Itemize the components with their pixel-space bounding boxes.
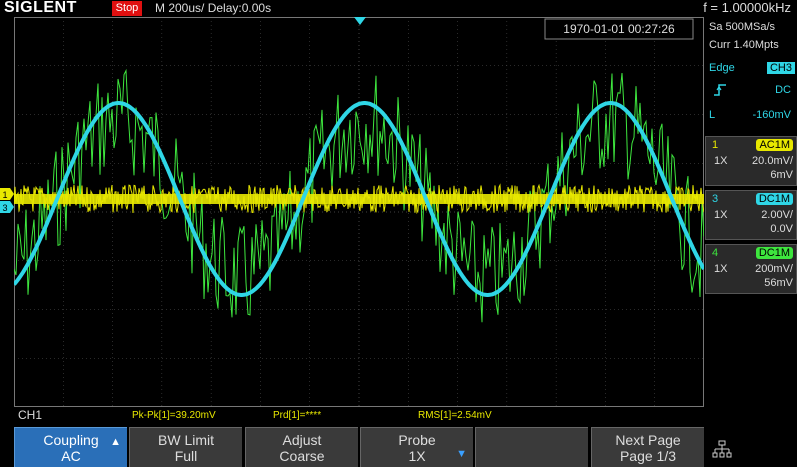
active-channel-label: CH1: [18, 408, 43, 422]
vertical-offset: 56mV: [764, 277, 793, 289]
softkey-value: Page 1/3: [619, 448, 677, 464]
softkey-label: BW Limit: [158, 432, 214, 448]
ch3-marker-label: 3: [2, 203, 7, 213]
softkey-value: Coarse: [279, 448, 325, 464]
trigger-type[interactable]: Edge: [709, 62, 735, 74]
vertical-scale: 2.00V/: [761, 209, 793, 221]
channel-number: 3: [712, 193, 719, 205]
probe-ratio: 1X: [714, 209, 728, 221]
channel-1-box[interactable]: 1 AC1M 1X 20.0mV/ 6mV: [705, 136, 797, 186]
vertical-scale: 20.0mV/: [752, 155, 793, 167]
softkey-coupling[interactable]: Coupling AC ▲: [14, 427, 127, 467]
vertical-scale: 200mV/: [755, 263, 793, 275]
vertical-offset: 6mV: [770, 169, 793, 181]
timebase-readout[interactable]: M 200us/ Delay:0.00s: [155, 1, 271, 15]
brand-logo: SIGLENT: [4, 0, 77, 16]
softkey-adjust[interactable]: Adjust Coarse: [245, 427, 358, 467]
channel-number: 1: [712, 139, 719, 151]
timestamp-text: 1970-01-01 00:27:26: [563, 22, 675, 36]
softkey-next-page[interactable]: Next Page Page 1/3: [591, 427, 704, 467]
arrow-up-icon: ▲: [110, 436, 121, 448]
softkey-probe[interactable]: Probe 1X ▼: [360, 427, 473, 467]
graticule: [14, 17, 704, 407]
probe-ratio: 1X: [714, 263, 728, 275]
softkey-label: Adjust: [282, 432, 322, 448]
channel-number: 4: [712, 247, 719, 259]
ch1-marker-label: 1: [2, 190, 7, 200]
measure-period: Prd[1]=****: [273, 410, 322, 421]
coupling-badge: DC1M: [755, 193, 793, 205]
rising-edge-icon: [714, 84, 726, 96]
trigger-source-badge[interactable]: CH3: [766, 62, 795, 74]
softkey-value: AC: [61, 448, 81, 464]
memory-depth: Curr 1.40Mpts: [709, 39, 779, 51]
sample-rate: Sa 500MSa/s: [709, 21, 776, 33]
trigger-coupling: DC: [775, 84, 791, 96]
softkey-bw-limit[interactable]: BW Limit Full: [129, 427, 242, 467]
measurement-bar: CH1 Pk-Pk[1]=39.20mV Prd[1]=**** RMS[1]=…: [0, 407, 797, 425]
trigger-level: -160mV: [752, 109, 791, 121]
softkey-blank[interactable]: [475, 427, 588, 467]
softkey-value: Full: [174, 448, 198, 464]
timestamp-box: 1970-01-01 00:27:26: [544, 18, 694, 40]
softkey-label: Probe: [398, 432, 436, 448]
right-info-panel: Sa 500MSa/s Curr 1.40Mpts Edge CH3 DC L …: [705, 17, 797, 407]
trigger-position-marker[interactable]: [354, 17, 366, 25]
top-status-bar: SIGLENT Stop M 200us/ Delay:0.00s f = 1.…: [0, 0, 797, 17]
run-stop-badge[interactable]: Stop: [112, 1, 142, 16]
measure-rms: RMS[1]=2.54mV: [418, 410, 492, 421]
softkey-menu: Coupling AC ▲ BW Limit Full Adjust Coars…: [0, 425, 797, 467]
arrow-down-icon: ▼: [456, 448, 467, 460]
channel-4-box[interactable]: 4 DC1M 1X 200mV/ 56mV: [705, 244, 797, 294]
coupling-badge: AC1M: [756, 139, 793, 151]
vertical-offset: 0.0V: [770, 223, 793, 235]
frequency-counter: f = 1.00000kHz: [703, 0, 791, 15]
waveform-display[interactable]: 1970-01-01 00:27:26: [14, 17, 704, 407]
channel-markers[interactable]: 1 3: [0, 186, 14, 216]
softkey-label: Next Page: [615, 432, 681, 448]
coupling-badge: DC1M: [755, 247, 793, 259]
probe-ratio: 1X: [714, 155, 728, 167]
channel-3-box[interactable]: 3 DC1M 1X 2.00V/ 0.0V: [705, 190, 797, 240]
trigger-level-prefix: L: [709, 109, 716, 121]
network-icon: [712, 440, 732, 458]
measure-pkpk: Pk-Pk[1]=39.20mV: [132, 410, 216, 421]
